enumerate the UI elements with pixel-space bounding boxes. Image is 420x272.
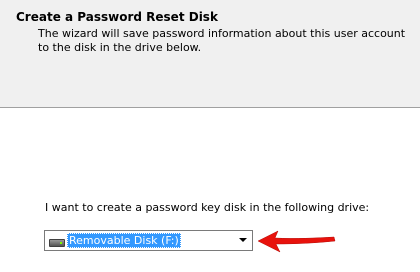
drive-select-value: Removable Disk (F:) <box>67 233 181 248</box>
wizard-description: The wizard will save password informatio… <box>38 27 406 54</box>
wizard-header: Create a Password Reset Disk The wizard … <box>0 0 420 108</box>
removable-drive-icon <box>49 239 65 247</box>
wizard-title: Create a Password Reset Disk <box>16 10 218 24</box>
drive-select-dropdown[interactable]: Removable Disk (F:) <box>44 230 253 251</box>
red-arrow-icon <box>257 230 336 253</box>
drive-prompt-label: I want to create a password key disk in … <box>45 201 370 214</box>
chevron-down-icon[interactable] <box>239 238 247 242</box>
